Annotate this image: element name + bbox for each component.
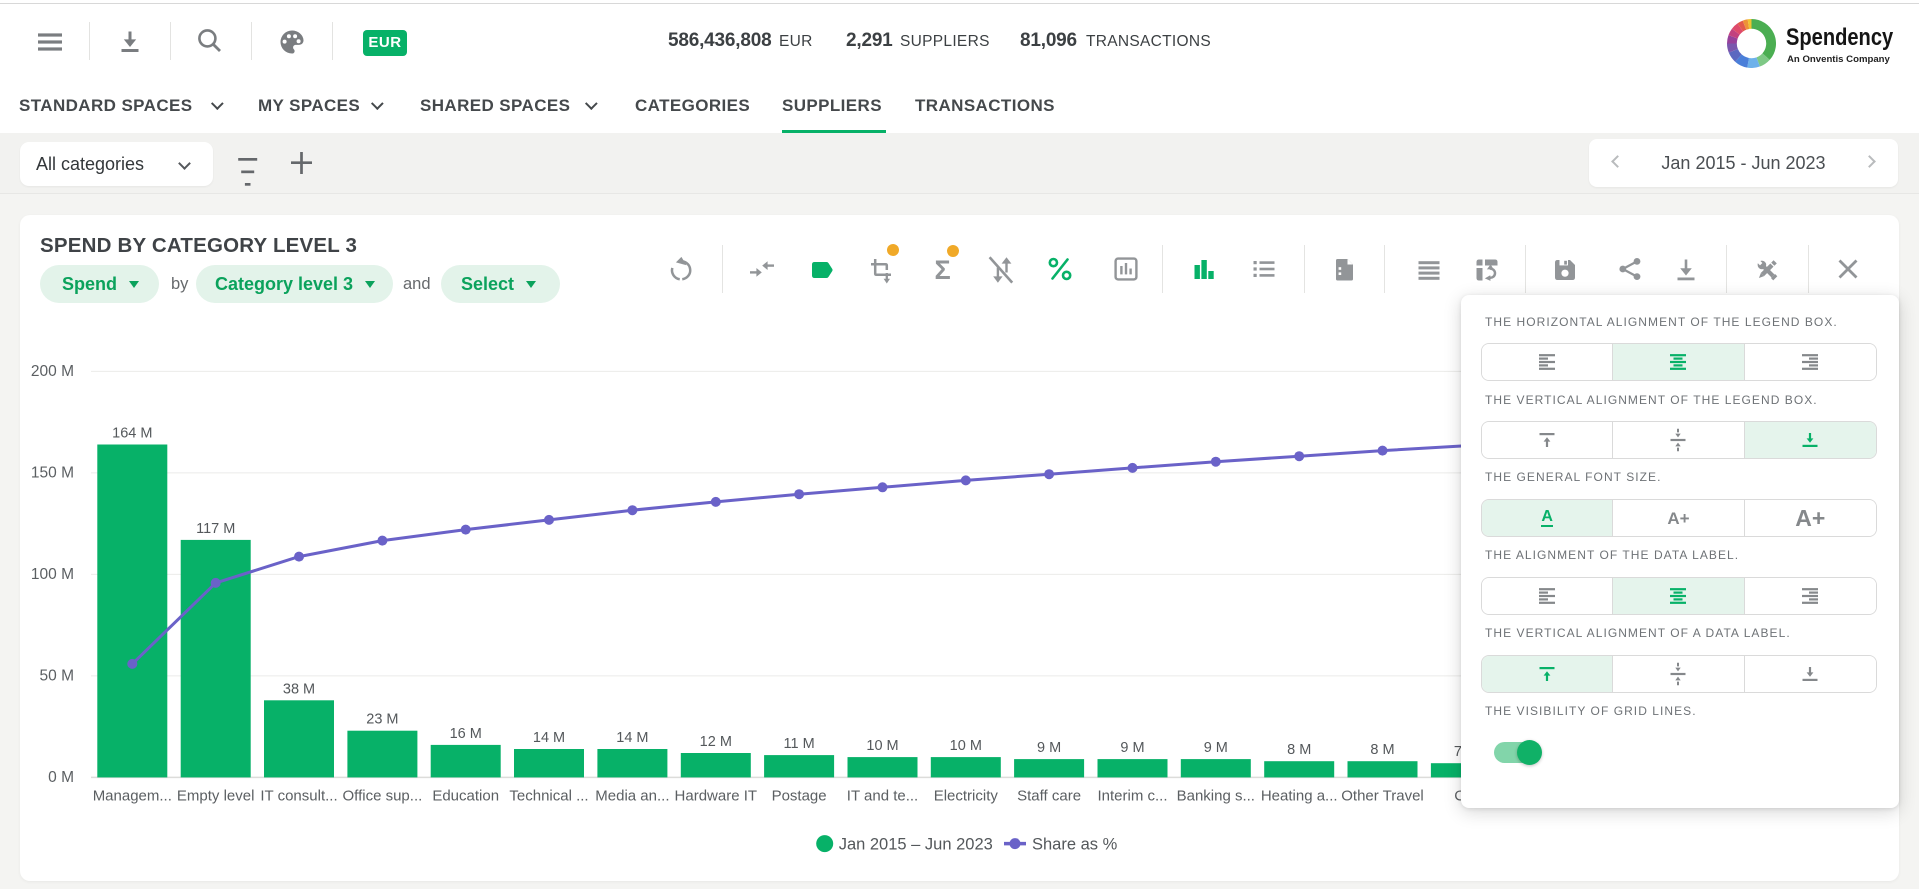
svg-text:Managem...: Managem... — [93, 788, 172, 805]
svg-text:Hardware IT: Hardware IT — [675, 788, 758, 805]
svg-text:14 M: 14 M — [616, 730, 648, 746]
svg-text:Staff care: Staff care — [1017, 788, 1081, 805]
svg-text:Interim c...: Interim c... — [1097, 788, 1167, 805]
svg-text:Share as %: Share as % — [1032, 836, 1118, 854]
svg-text:Postage: Postage — [772, 788, 827, 805]
svg-text:9 M: 9 M — [1120, 740, 1144, 756]
svg-text:8 M: 8 M — [1370, 742, 1394, 758]
svg-text:11 M: 11 M — [784, 736, 815, 752]
svg-text:12 M: 12 M — [700, 734, 732, 750]
svg-text:16 M: 16 M — [450, 726, 482, 742]
svg-text:Other Travel: Other Travel — [1341, 788, 1424, 805]
svg-text:117 M: 117 M — [196, 521, 235, 537]
svg-text:8 M: 8 M — [1287, 742, 1311, 758]
svg-text:IT consult...: IT consult... — [260, 788, 337, 805]
svg-text:Banking s...: Banking s... — [1177, 788, 1255, 805]
svg-text:50 M: 50 M — [40, 667, 74, 684]
svg-text:200 M: 200 M — [31, 363, 74, 380]
svg-text:Media an...: Media an... — [595, 788, 669, 805]
svg-text:164 M: 164 M — [112, 426, 152, 442]
svg-text:150 M: 150 M — [31, 464, 74, 481]
svg-text:Technical ...: Technical ... — [509, 788, 588, 805]
svg-text:100 M: 100 M — [31, 566, 74, 583]
svg-text:14 M: 14 M — [533, 730, 565, 746]
svg-text:0 M: 0 M — [48, 769, 74, 786]
svg-text:23 M: 23 M — [366, 712, 398, 728]
svg-text:Office sup...: Office sup... — [343, 788, 423, 805]
svg-text:9 M: 9 M — [1204, 740, 1228, 756]
svg-text:Jan 2015 – Jun 2023: Jan 2015 – Jun 2023 — [839, 836, 993, 854]
svg-text:Heating a...: Heating a... — [1261, 788, 1338, 805]
svg-text:Electricity: Electricity — [934, 788, 999, 805]
svg-text:IT and te...: IT and te... — [847, 788, 918, 805]
svg-text:10 M: 10 M — [950, 738, 982, 754]
svg-text:10 M: 10 M — [866, 738, 898, 754]
svg-text:9 M: 9 M — [1037, 740, 1061, 756]
svg-text:Empty level: Empty level — [177, 788, 255, 805]
svg-text:Education: Education — [432, 788, 499, 805]
svg-text:38 M: 38 M — [283, 681, 315, 697]
